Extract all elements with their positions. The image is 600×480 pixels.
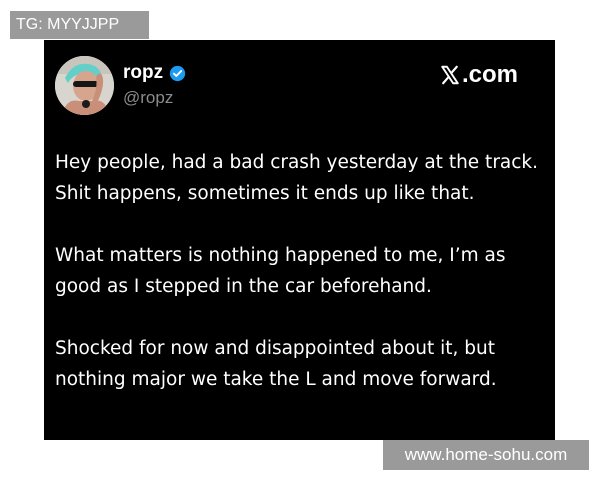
verified-badge-icon: [169, 65, 186, 82]
tweet-paragraph-1: Hey people, had a bad crash yesterday at…: [55, 152, 539, 204]
tweet-paragraph-3: Shocked for now and disappointed about i…: [55, 338, 497, 390]
tweet-card: ropz @ropz .com Hey people, had a bad cr…: [44, 40, 555, 440]
screenshot-page: TG: MYYJJPP ropz @ropz .com Hey people, …: [0, 0, 600, 480]
tweet-body: Hey people, had a bad crash yesterday at…: [55, 147, 547, 426]
brand-domain: .com: [462, 61, 519, 88]
tweet-paragraph-2: What matters is nothing happened to me, …: [55, 245, 506, 297]
tg-label: TG: MYYJJPP: [10, 11, 149, 39]
x-logo-icon: [439, 64, 461, 86]
avatar[interactable]: [55, 56, 114, 115]
user-name-row: ropz: [123, 62, 186, 84]
x-brand: .com: [439, 61, 518, 89]
website-watermark: www.home-sohu.com: [383, 440, 589, 470]
user-handle[interactable]: @ropz: [123, 88, 173, 108]
display-name[interactable]: ropz: [123, 62, 163, 84]
